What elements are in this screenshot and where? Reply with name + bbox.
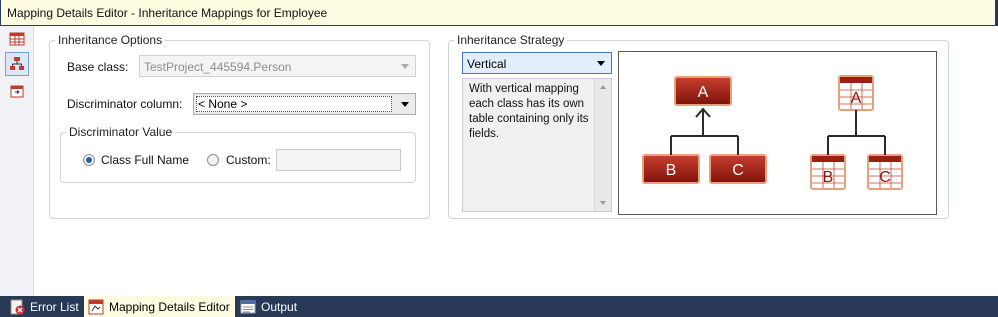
table-box-c-label: C bbox=[879, 169, 891, 186]
mapping-editor-icon bbox=[88, 299, 104, 314]
view-switcher-toolbar bbox=[0, 26, 34, 296]
table-box-b: B bbox=[810, 154, 846, 190]
scrollbar-arrows-icon bbox=[600, 85, 606, 205]
class-box-a: A bbox=[674, 76, 732, 106]
inheritance-strategy-title: Inheritance Strategy bbox=[454, 33, 568, 47]
class-box-b: B bbox=[642, 154, 700, 184]
tab-output-label: Output bbox=[261, 299, 298, 314]
class-full-name-label: Class Full Name bbox=[101, 153, 190, 167]
strategy-combo[interactable]: Vertical bbox=[462, 52, 612, 74]
window-title-bar: Mapping Details Editor - Inheritance Map… bbox=[0, 0, 996, 26]
discriminator-column-label: Discriminator column: bbox=[67, 97, 183, 111]
chevron-down-icon bbox=[597, 61, 605, 66]
inheritance-mapping-button[interactable] bbox=[5, 52, 29, 76]
bottom-tab-bar: Error List Mapping Details Editor Output bbox=[0, 296, 998, 317]
class-box-c: C bbox=[709, 154, 767, 184]
custom-label: Custom: bbox=[226, 153, 271, 167]
strategy-diagram: A B C A B C bbox=[618, 51, 937, 215]
editor-content: Inheritance Options Base class: TestProj… bbox=[0, 26, 998, 296]
custom-value-input[interactable] bbox=[276, 149, 401, 171]
description-scrollbar[interactable] bbox=[594, 79, 611, 211]
class-box-c-label: C bbox=[732, 162, 744, 179]
discriminator-column-value: < None > bbox=[198, 97, 248, 111]
class-box-b-label: B bbox=[666, 162, 677, 179]
tab-mapping-details-editor[interactable]: Mapping Details Editor bbox=[84, 296, 235, 317]
table-mapping-icon bbox=[9, 32, 25, 46]
discriminator-value-title: Discriminator Value bbox=[66, 125, 176, 139]
tab-mapping-details-editor-label: Mapping Details Editor bbox=[109, 299, 230, 314]
table-box-a-label: A bbox=[851, 90, 862, 107]
discriminator-column-combo[interactable]: < None > bbox=[193, 93, 416, 115]
inheritance-mapping-icon bbox=[10, 57, 24, 70]
tab-error-list-label: Error List bbox=[30, 299, 79, 314]
base-class-value: TestProject_445594.Person bbox=[144, 60, 292, 74]
class-full-name-radio[interactable] bbox=[83, 154, 95, 166]
function-mapping-button[interactable] bbox=[5, 79, 29, 103]
table-mapping-button[interactable] bbox=[5, 27, 29, 51]
base-class-combo[interactable]: TestProject_445594.Person bbox=[139, 55, 416, 77]
class-box-a-label: A bbox=[698, 84, 709, 101]
table-connector bbox=[827, 110, 886, 155]
output-icon bbox=[240, 300, 256, 313]
strategy-description-box: With vertical mapping each class has its… bbox=[462, 78, 612, 212]
function-mapping-icon bbox=[10, 85, 24, 98]
window-title: Mapping Details Editor - Inheritance Map… bbox=[7, 6, 328, 20]
chevron-down-icon bbox=[401, 102, 409, 107]
inheritance-connector bbox=[670, 109, 739, 155]
vertical-mapping-diagram: A B C A B C bbox=[642, 75, 903, 190]
table-box-c: C bbox=[867, 154, 903, 190]
tab-error-list[interactable]: Error List bbox=[6, 296, 83, 317]
chevron-down-icon bbox=[401, 64, 409, 69]
table-box-a: A bbox=[838, 75, 874, 111]
inheritance-options-title: Inheritance Options bbox=[55, 33, 166, 47]
table-box-b-label: B bbox=[823, 169, 834, 186]
custom-radio[interactable] bbox=[207, 154, 219, 166]
tab-output[interactable]: Output bbox=[236, 296, 301, 317]
strategy-description: With vertical mapping each class has its… bbox=[469, 83, 589, 140]
error-list-icon bbox=[10, 299, 25, 314]
base-class-label: Base class: bbox=[67, 60, 129, 74]
strategy-value: Vertical bbox=[467, 57, 507, 71]
